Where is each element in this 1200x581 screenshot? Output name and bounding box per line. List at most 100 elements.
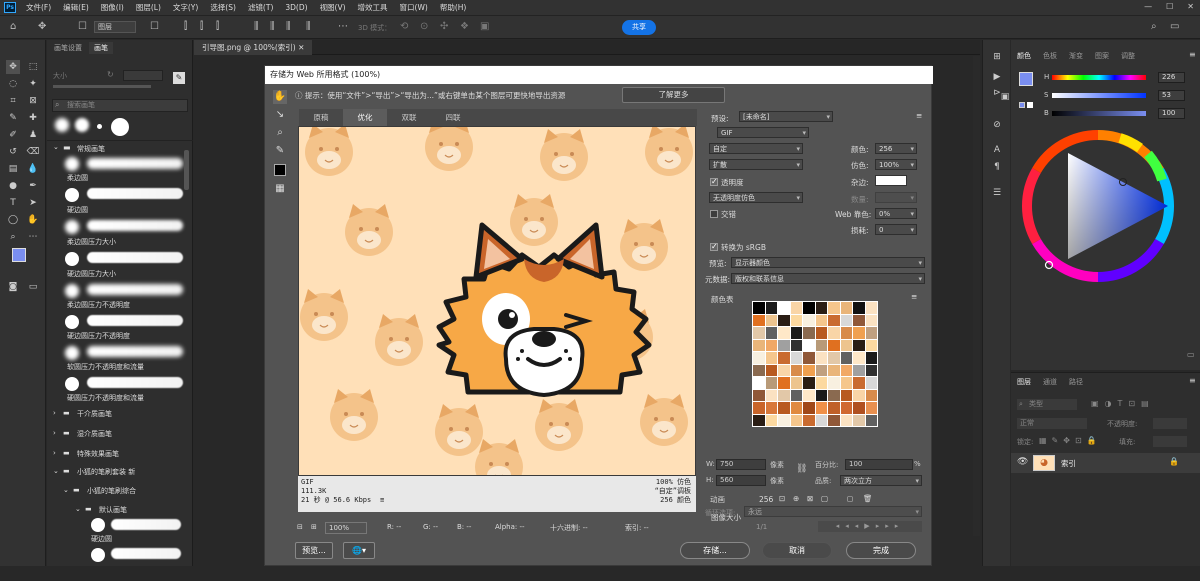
align-middle-icon[interactable]: ⫼: [270, 21, 275, 32]
dither-algorithm-dropdown[interactable]: 扩散: [709, 159, 803, 170]
more-tools-icon[interactable]: ⋯: [26, 230, 40, 244]
folder-fox-brush-combo[interactable]: 小狐的笔刷综合: [87, 486, 136, 496]
h-field[interactable]: 226: [1158, 72, 1185, 83]
actions-icon[interactable]: ▶: [991, 72, 1003, 82]
color-wheel[interactable]: [1020, 128, 1176, 284]
color-table-swatch[interactable]: [853, 364, 865, 376]
color-table-swatch[interactable]: [865, 327, 877, 339]
align-top-icon[interactable]: ⫼: [254, 21, 259, 32]
color-table-swatch[interactable]: [753, 314, 765, 326]
preview-dropdown[interactable]: 显示器颜色: [731, 257, 925, 268]
foreground-color-swatch[interactable]: [1019, 72, 1033, 86]
expand-arrow-icon[interactable]: ›: [53, 429, 56, 437]
color-table-swatch[interactable]: [753, 302, 765, 314]
quality-dropdown[interactable]: 两次立方: [840, 475, 922, 486]
libraries-icon[interactable]: ▣: [999, 92, 1011, 102]
zoom-in-icon[interactable]: ⊞: [311, 523, 317, 531]
marquee-tool-icon[interactable]: ⬚: [26, 60, 40, 74]
color-table-swatch[interactable]: [765, 327, 777, 339]
layers-menu-icon[interactable]: ≡: [1189, 376, 1196, 385]
frame-tool-icon[interactable]: ⊠: [26, 94, 40, 108]
color-table-swatch[interactable]: [828, 414, 840, 426]
map-transparent-icon[interactable]: ⊡: [779, 494, 785, 503]
color-table-swatch[interactable]: [778, 327, 790, 339]
colors-dropdown[interactable]: 256: [875, 143, 917, 154]
layer-name[interactable]: 索引: [1061, 458, 1076, 469]
folder-fox-brush-set[interactable]: 小狐的笔刷套装 新: [77, 467, 135, 477]
color-table-swatch[interactable]: [853, 327, 865, 339]
color-table-swatch[interactable]: [778, 364, 790, 376]
hand-tool-icon[interactable]: ✋: [26, 213, 40, 227]
color-table-swatch[interactable]: [828, 389, 840, 401]
expand-icon[interactable]: ▭: [1187, 350, 1195, 359]
tab-color[interactable]: 颜色: [1017, 51, 1031, 61]
color-table-swatch[interactable]: [828, 327, 840, 339]
height-field[interactable]: 560: [716, 475, 766, 486]
color-table-swatch[interactable]: [815, 402, 827, 414]
expand-arrow-icon[interactable]: ›: [53, 449, 56, 457]
folder-default-brushes[interactable]: 默认画笔: [99, 505, 127, 515]
image-preview[interactable]: [298, 126, 696, 476]
web-shift-icon[interactable]: ⊕: [793, 494, 799, 503]
brush-search-input[interactable]: 搜索画笔: [52, 99, 188, 112]
color-table-swatch[interactable]: [790, 302, 802, 314]
color-table-swatch[interactable]: [753, 377, 765, 389]
color-table-swatch[interactable]: [765, 302, 777, 314]
transparency-dither-dropdown[interactable]: 无透明度仿色: [709, 192, 803, 203]
color-table-swatch[interactable]: [803, 402, 815, 414]
eraser-icon[interactable]: ⌫: [26, 145, 40, 159]
align-left-icon[interactable]: ⫿: [184, 21, 187, 32]
color-table-swatch[interactable]: [828, 339, 840, 351]
history-icon[interactable]: ⊞: [991, 52, 1003, 62]
color-table-swatch[interactable]: [815, 364, 827, 376]
color-table-swatch[interactable]: [853, 302, 865, 314]
width-field[interactable]: 750: [716, 459, 766, 470]
recent-brush-soft[interactable]: [55, 118, 69, 132]
color-table-swatch[interactable]: [765, 389, 777, 401]
layer-select-dropdown[interactable]: 图层: [94, 21, 136, 33]
hue-slider[interactable]: [1052, 75, 1146, 80]
color-table-swatch[interactable]: [790, 402, 802, 414]
eyedropper-color-swatch[interactable]: [274, 164, 286, 176]
brush-item-soft-pressure-opacity-flow[interactable]: 软圆压力不透明度和流量: [67, 362, 199, 372]
menu-3d[interactable]: 3D(D): [279, 3, 313, 12]
menu-edit[interactable]: 编辑(E): [57, 2, 95, 13]
tab-brushes[interactable]: 画笔: [89, 42, 113, 54]
quick-mask-icon[interactable]: ◙: [6, 280, 20, 294]
blend-mode-dropdown[interactable]: 正常: [1017, 418, 1087, 429]
brush-item-soft-pressure-opacity[interactable]: 柔边圆压力不透明度: [67, 300, 199, 310]
folder-special-effects[interactable]: 特殊效果画笔: [77, 449, 119, 459]
close-tab-icon[interactable]: ✕: [298, 43, 304, 52]
learn-more-button[interactable]: 了解更多: [622, 87, 725, 103]
path-select-icon[interactable]: ➤: [26, 196, 40, 210]
color-table-swatch[interactable]: [828, 377, 840, 389]
preset-dropdown[interactable]: [未命名]: [739, 111, 833, 122]
color-table-swatch[interactable]: [828, 364, 840, 376]
color-table-swatch[interactable]: [803, 314, 815, 326]
tab-brush-settings[interactable]: 画笔设置: [49, 42, 87, 54]
lock-color-icon[interactable]: ⊠: [807, 494, 813, 503]
menu-plugins[interactable]: 增效工具: [352, 2, 394, 13]
color-table-swatch[interactable]: [803, 389, 815, 401]
close-icon[interactable]: ✕: [1187, 2, 1194, 11]
color-table-swatch[interactable]: [778, 402, 790, 414]
color-table-swatch[interactable]: [753, 352, 765, 364]
color-table-swatch[interactable]: [865, 339, 877, 351]
color-table-swatch[interactable]: [840, 414, 852, 426]
move-tool-icon[interactable]: ✥: [38, 21, 46, 32]
visibility-eye-icon[interactable]: 👁: [1017, 457, 1028, 467]
tab-channels[interactable]: 通道: [1043, 377, 1057, 387]
metadata-dropdown[interactable]: 版权和联系信息: [731, 273, 925, 284]
color-table-swatch[interactable]: [865, 389, 877, 401]
color-table-swatch[interactable]: [790, 377, 802, 389]
download-speed-menu-icon[interactable]: ≡: [380, 496, 384, 505]
color-table-swatch[interactable]: [778, 302, 790, 314]
menu-image[interactable]: 图像(I): [95, 2, 130, 13]
color-table-swatch[interactable]: [790, 339, 802, 351]
color-table-swatch[interactable]: [765, 402, 777, 414]
format-dropdown[interactable]: GIF: [717, 127, 809, 138]
history-brush-icon[interactable]: ↺: [6, 145, 20, 159]
color-table-swatch[interactable]: [815, 314, 827, 326]
color-sampler-icon[interactable]: ⊘: [991, 120, 1003, 130]
interlaced-checkbox[interactable]: [710, 210, 718, 218]
